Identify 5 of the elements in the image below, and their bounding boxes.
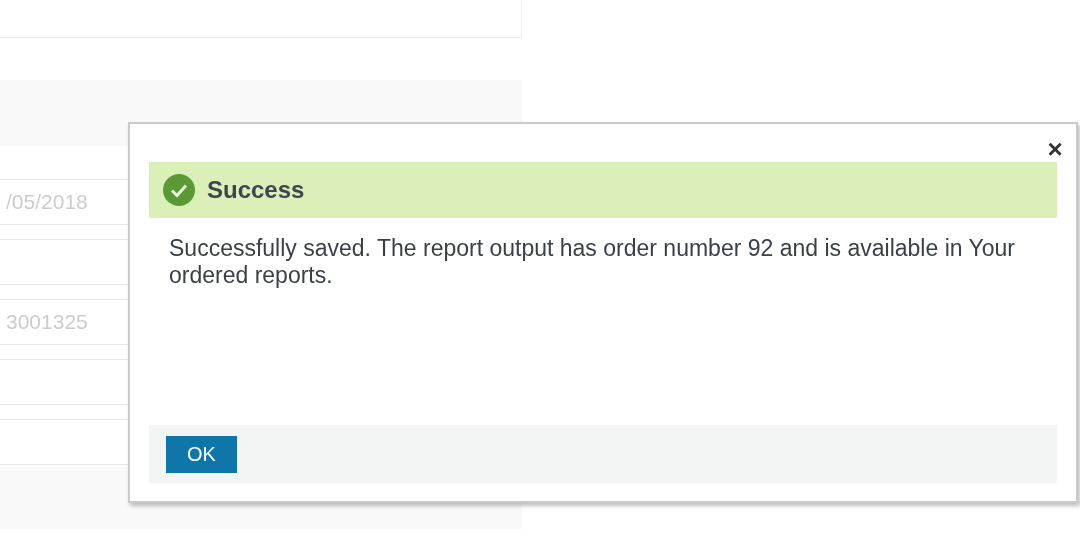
dialog-message: Successfully saved. The report output has order number 92 and is available in Your ordered reports. xyxy=(168,234,1016,290)
dialog-title: Success xyxy=(207,175,305,205)
checkmark-icon xyxy=(163,174,195,206)
ok-button[interactable]: OK xyxy=(166,435,237,473)
close-button[interactable]: × xyxy=(1043,136,1067,162)
